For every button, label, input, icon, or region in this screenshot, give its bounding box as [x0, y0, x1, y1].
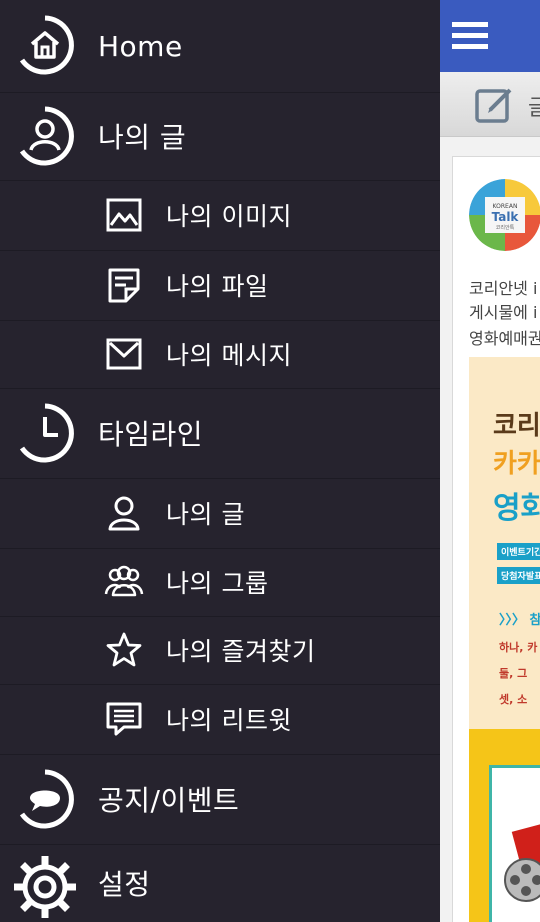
image-icon [106, 198, 142, 232]
clock-icon [19, 403, 74, 463]
korean-talk-logo: KOREAN Talk 코리안톡 [469, 179, 540, 251]
main-content-behind-drawer: 글 KOREAN Talk 코리안톡 코리안넷 i 게시물에 i 영화예매권 코… [440, 0, 540, 922]
group-icon [104, 565, 144, 597]
banner-line-3: 영화 [493, 491, 540, 526]
logo-line-3: 코리안톡 [496, 224, 515, 231]
drawer-item-my-messages[interactable]: 나의 메시지 [0, 320, 440, 389]
home-icon [19, 15, 74, 75]
drawer-item-label: 타임라인 [98, 418, 204, 451]
retweet-icon [106, 702, 142, 736]
banner-tag-2: 당첨자발표 [497, 567, 540, 584]
drawer-item-label: 나의 리트윗 [166, 706, 292, 735]
drawer-item-label: 나의 메시지 [166, 341, 292, 370]
star-icon [106, 632, 142, 667]
mail-icon [106, 338, 142, 370]
banner-item-3: 셋, 소 [499, 693, 528, 706]
drawer-item-my-favorites[interactable]: 나의 즐겨찾기 [0, 616, 440, 685]
drawer-item-label: 공지/이벤트 [98, 784, 240, 817]
drawer-item-label: 나의 글 [166, 500, 245, 529]
drawer-item-my-files[interactable]: 나의 파일 [0, 250, 440, 321]
menu-icon[interactable] [452, 20, 488, 52]
drawer-item-my-groups[interactable]: 나의 그룹 [0, 548, 440, 617]
post-text-line: 영화예매권 [469, 329, 540, 348]
drawer-item-my-images[interactable]: 나의 이미지 [0, 180, 440, 251]
compose-label: 글 [528, 96, 540, 121]
post-text-line: 코리안넷 i [469, 279, 538, 298]
compose-toolbar: 글 [440, 72, 540, 137]
app-bar [440, 0, 540, 72]
drawer-item-label: 나의 그룹 [166, 569, 269, 598]
drawer-item-my-retweets[interactable]: 나의 리트윗 [0, 684, 440, 755]
drawer-item-my-posts[interactable]: 나의 글 [0, 92, 440, 181]
navigation-drawer: Home 나의 글 나의 이미지 나의 파일 나의 메시지 타임라인 나의 글 … [0, 0, 440, 922]
drawer-item-label: 나의 즐겨찾기 [166, 637, 316, 666]
banner-item-2: 둘, 그 [499, 667, 528, 680]
chat-icon [19, 769, 74, 829]
logo-line-2: Talk [492, 210, 520, 224]
drawer-item-label: 설정 [98, 868, 151, 901]
drawer-item-label: 나의 이미지 [166, 202, 292, 231]
banner-line-2: 카카 [493, 449, 540, 479]
gear-icon [14, 856, 76, 918]
banner-arrow: 〉〉〉 참 [499, 613, 540, 628]
edit-icon[interactable] [474, 86, 514, 126]
drawer-item-timeline[interactable]: 타임라인 [0, 388, 440, 479]
user-icon [108, 496, 140, 531]
drawer-item-settings[interactable]: 설정 [0, 844, 440, 922]
user-icon [19, 106, 74, 166]
avatar[interactable]: KOREAN Talk 코리안톡 [469, 179, 540, 251]
drawer-item-notices-events[interactable]: 공지/이벤트 [0, 754, 440, 845]
banner-item-1: 하나, 카 [499, 641, 538, 654]
drawer-item-label: 나의 글 [98, 121, 187, 154]
logo-line-1: KOREAN [493, 203, 518, 210]
banner-tag-1: 이벤트기간 [497, 543, 540, 560]
post-card[interactable]: KOREAN Talk 코리안톡 코리안넷 i 게시물에 i 영화예매권 코리 … [452, 156, 540, 922]
drawer-item-label: Home [98, 29, 183, 63]
file-icon [108, 268, 140, 303]
drawer-item-label: 나의 파일 [166, 272, 269, 301]
drawer-item-home[interactable]: Home [0, 0, 440, 93]
post-text-line: 게시물에 i [469, 303, 538, 322]
event-banner-image[interactable]: 코리 카카 영화 이벤트기간 당첨자발표 〉〉〉 참 하나, 카 둘, 그 셋,… [469, 357, 540, 922]
film-reel-icon [504, 858, 540, 902]
banner-line-1: 코리 [493, 411, 540, 441]
drawer-item-timeline-my-posts[interactable]: 나의 글 [0, 478, 440, 549]
